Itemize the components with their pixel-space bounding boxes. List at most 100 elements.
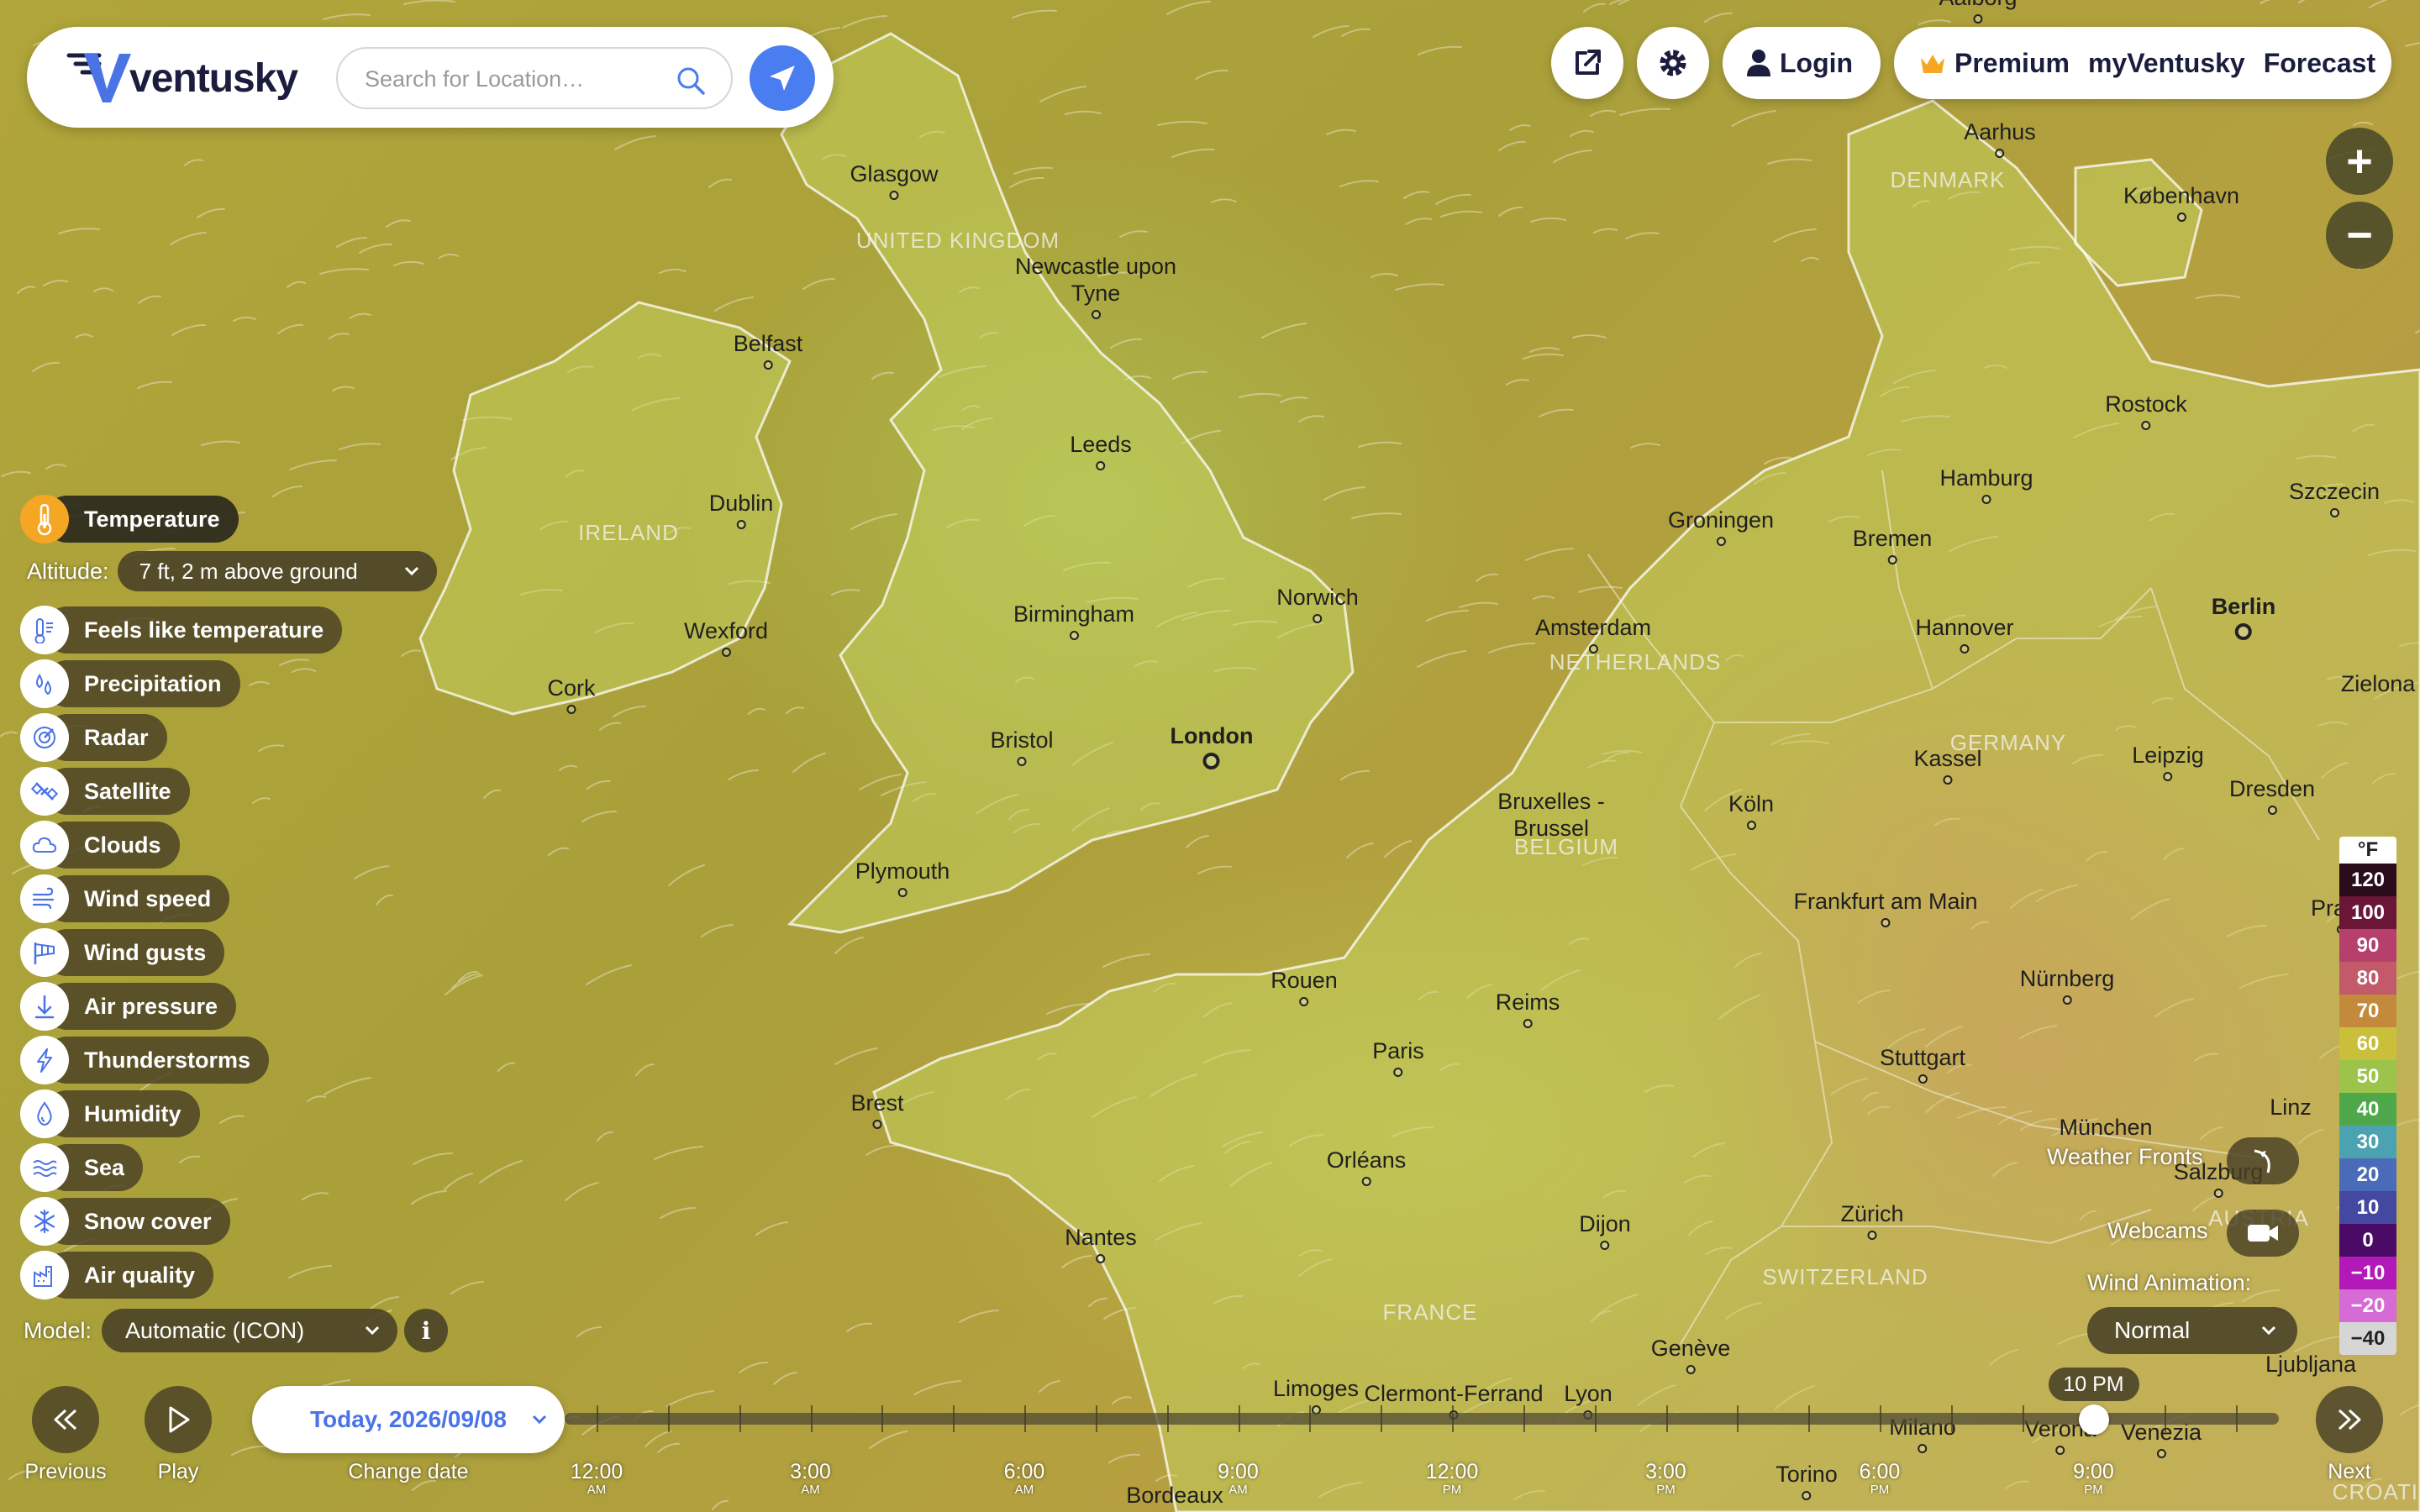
city-marker[interactable]: Amsterdam xyxy=(1535,614,1651,654)
layer-wind-gusts[interactable]: Wind gusts xyxy=(20,928,225,977)
myventusky-link[interactable]: myVentusky xyxy=(2088,48,2245,79)
premium-menu[interactable]: Premium myVentusky Forecast xyxy=(1894,27,2391,99)
city-marker[interactable]: Linz xyxy=(2270,1094,2312,1121)
layer-humidity[interactable]: Humidity xyxy=(20,1089,200,1138)
city-marker[interactable]: Genève xyxy=(1651,1335,1730,1374)
city-marker[interactable]: Paris xyxy=(1372,1037,1424,1077)
weather-fronts-button[interactable] xyxy=(2227,1137,2299,1184)
city-marker[interactable]: Cork xyxy=(547,675,596,714)
satellite-icon xyxy=(20,767,69,816)
city-marker[interactable]: Frankfurt am Main xyxy=(1793,888,1978,927)
hour-label[interactable]: 6:00 PM xyxy=(1860,1460,1901,1497)
layer-clouds[interactable]: Clouds xyxy=(20,821,180,869)
city-marker[interactable]: Aalborg xyxy=(1939,0,2018,24)
city-marker[interactable]: Hamburg xyxy=(1939,465,2033,504)
city-marker[interactable]: Kassel xyxy=(1913,745,1982,785)
wind-animation-select[interactable]: Normal xyxy=(2087,1307,2297,1354)
layer-snow-cover[interactable]: Snow cover xyxy=(20,1197,230,1246)
zoom-in-button[interactable]: + xyxy=(2326,128,2393,195)
search-input[interactable] xyxy=(365,62,667,96)
city-marker[interactable]: Leipzig xyxy=(2132,742,2204,781)
previous-button[interactable] xyxy=(32,1386,99,1453)
layer-precipitation[interactable]: Precipitation xyxy=(20,659,240,708)
model-select[interactable]: Automatic (ICON) xyxy=(102,1309,398,1352)
city-marker[interactable]: Nantes xyxy=(1065,1224,1137,1263)
search-box[interactable] xyxy=(336,47,733,109)
play-button[interactable] xyxy=(145,1386,212,1453)
capital-marker[interactable]: Berlin xyxy=(2212,593,2275,640)
search-icon[interactable] xyxy=(676,66,706,96)
capital-marker[interactable]: London xyxy=(1171,722,1253,769)
city-marker[interactable]: Norwich xyxy=(1276,584,1359,623)
city-marker[interactable]: Nürnberg xyxy=(2020,965,2114,1005)
temperature-legend[interactable]: °F 120 100 90 80 70 60 50 40 30 20 10 0 −10 −20 −40 xyxy=(2339,837,2396,1355)
layer-temperature[interactable]: Temperature xyxy=(20,495,239,543)
locate-me-button[interactable] xyxy=(750,45,815,111)
city-marker[interactable]: Rouen xyxy=(1270,967,1338,1006)
timeline-slider-thumb[interactable] xyxy=(2078,1404,2109,1435)
city-marker[interactable]: Dublin xyxy=(709,490,773,529)
settings-button[interactable] xyxy=(1637,27,1709,99)
city-marker[interactable]: Belfast xyxy=(734,330,802,370)
city-marker[interactable]: Rostock xyxy=(2105,391,2187,430)
layer-thunderstorms[interactable]: Thunderstorms xyxy=(20,1036,270,1084)
share-button[interactable] xyxy=(1551,27,1623,99)
forecast-link[interactable]: Forecast xyxy=(2264,48,2375,79)
hour-label[interactable]: 9:00 PM xyxy=(2073,1460,2114,1497)
city-marker[interactable]: Venezia xyxy=(2121,1419,2202,1458)
city-marker[interactable]: Bristol xyxy=(990,727,1054,766)
city-marker[interactable]: Limoges xyxy=(1273,1375,1359,1415)
hour-label[interactable]: 6:00 AM xyxy=(1004,1460,1045,1497)
city-marker[interactable]: Bordeaux xyxy=(1126,1482,1223,1509)
city-marker[interactable]: Bruxelles - Brussel xyxy=(1476,788,1627,842)
city-marker[interactable]: Groningen xyxy=(1668,507,1774,546)
hour-label[interactable]: 3:00 AM xyxy=(790,1460,831,1497)
city-marker[interactable]: Zürich xyxy=(1840,1200,1904,1240)
city-marker[interactable]: Brest xyxy=(850,1089,904,1129)
city-marker[interactable]: Aarhus xyxy=(1964,118,2036,158)
fast-forward-icon xyxy=(2338,1409,2361,1431)
city-marker[interactable]: Torino xyxy=(1776,1461,1838,1500)
city-marker[interactable]: Köln xyxy=(1728,790,1774,830)
city-marker[interactable]: Orléans xyxy=(1327,1147,1406,1186)
city-marker[interactable]: Plymouth xyxy=(855,858,950,897)
layer-air-quality[interactable]: Air quality xyxy=(20,1251,214,1299)
date-select[interactable]: Today, 2026/09/08 xyxy=(252,1386,565,1453)
city-marker[interactable]: Szczecin xyxy=(2289,478,2380,517)
hour-label[interactable]: 12:00 AM xyxy=(571,1460,623,1497)
zoom-out-button[interactable]: − xyxy=(2326,202,2393,269)
timeline-track[interactable] xyxy=(565,1405,2279,1432)
hour-label[interactable]: 12:00 PM xyxy=(1426,1460,1479,1497)
webcams-button[interactable] xyxy=(2227,1210,2299,1257)
city-marker[interactable]: Wexford xyxy=(684,617,768,657)
city-marker[interactable]: Zielona xyxy=(2341,670,2416,697)
legend-unit[interactable]: °F xyxy=(2339,837,2396,864)
hour-label[interactable]: 3:00 PM xyxy=(1645,1460,1686,1497)
city-marker[interactable]: Dresden xyxy=(2229,775,2315,815)
city-marker[interactable]: München xyxy=(2059,1114,2152,1141)
city-marker[interactable]: Birmingham xyxy=(1013,601,1134,640)
layer-feels-like-temperature[interactable]: Feels like temperature xyxy=(20,606,343,654)
city-marker[interactable]: Hannover xyxy=(1915,614,2014,654)
layer-radar[interactable]: Radar xyxy=(20,713,167,762)
altitude-select[interactable]: 7 ft, 2 m above ground xyxy=(117,551,437,591)
login-button[interactable]: Login xyxy=(1723,27,1881,99)
hour-label[interactable]: 9:00 AM xyxy=(1218,1460,1259,1497)
info-icon[interactable]: i xyxy=(404,1309,449,1352)
ventusky-logo[interactable]: ventusky xyxy=(66,50,298,106)
premium-link[interactable]: Premium xyxy=(1954,48,2070,79)
layer-air-pressure[interactable]: Air pressure xyxy=(20,982,237,1031)
legend-value: 50 xyxy=(2339,1060,2396,1093)
city-marker[interactable]: København xyxy=(2123,182,2239,222)
city-marker[interactable]: Bremen xyxy=(1853,525,1932,564)
next-button[interactable] xyxy=(2316,1386,2383,1453)
city-marker[interactable]: Newcastle upon Tyne xyxy=(1012,253,1180,319)
city-marker[interactable]: Reims xyxy=(1496,989,1560,1028)
city-marker[interactable]: Stuttgart xyxy=(1880,1044,1965,1084)
layer-sea[interactable]: Sea xyxy=(20,1143,144,1192)
city-marker[interactable]: Dijon xyxy=(1579,1210,1631,1250)
city-marker[interactable]: Glasgow xyxy=(850,160,939,200)
layer-wind-speed[interactable]: Wind speed xyxy=(20,874,230,923)
city-marker[interactable]: Leeds xyxy=(1070,431,1132,470)
layer-satellite[interactable]: Satellite xyxy=(20,767,190,816)
